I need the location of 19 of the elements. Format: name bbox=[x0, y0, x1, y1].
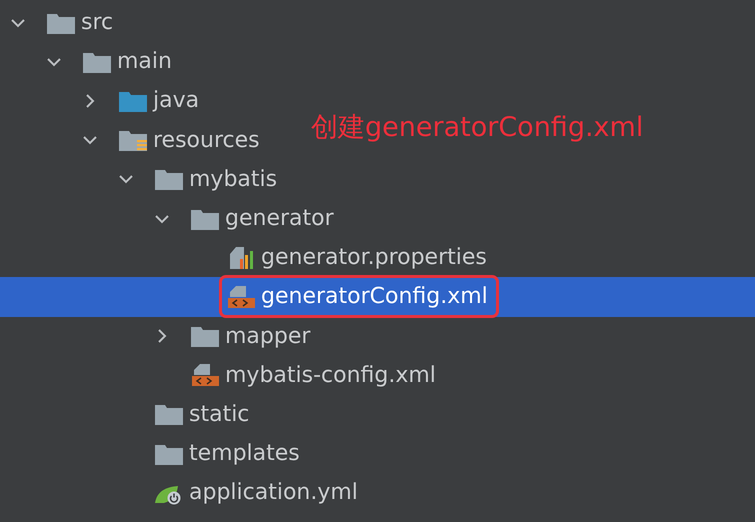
folder-icon bbox=[154, 167, 184, 192]
tree-item[interactable]: mybatis bbox=[189, 162, 278, 196]
tree-item[interactable]: mybatis-config.xml bbox=[225, 358, 436, 392]
annotation-text: 创建generatorConfig.xml bbox=[311, 111, 644, 145]
tree-item[interactable]: src bbox=[81, 6, 114, 40]
tree-item[interactable]: resources bbox=[153, 124, 260, 157]
tree-item[interactable]: static bbox=[189, 398, 250, 431]
xml-file-icon bbox=[190, 363, 220, 388]
folder-icon bbox=[154, 402, 184, 426]
tree-item[interactable]: main bbox=[117, 45, 172, 78]
folder-icon bbox=[190, 324, 220, 348]
tree-item[interactable]: generator.properties bbox=[261, 241, 487, 274]
tree-item[interactable]: mapper bbox=[225, 320, 310, 353]
tree-item[interactable]: generator bbox=[225, 202, 334, 236]
xml-file-icon bbox=[226, 284, 256, 309]
resource-folder-icon bbox=[118, 128, 148, 152]
tree-item[interactable]: java bbox=[153, 84, 200, 118]
tree-item[interactable]: templates bbox=[189, 437, 300, 470]
tree-item[interactable]: application.yml bbox=[189, 476, 358, 510]
